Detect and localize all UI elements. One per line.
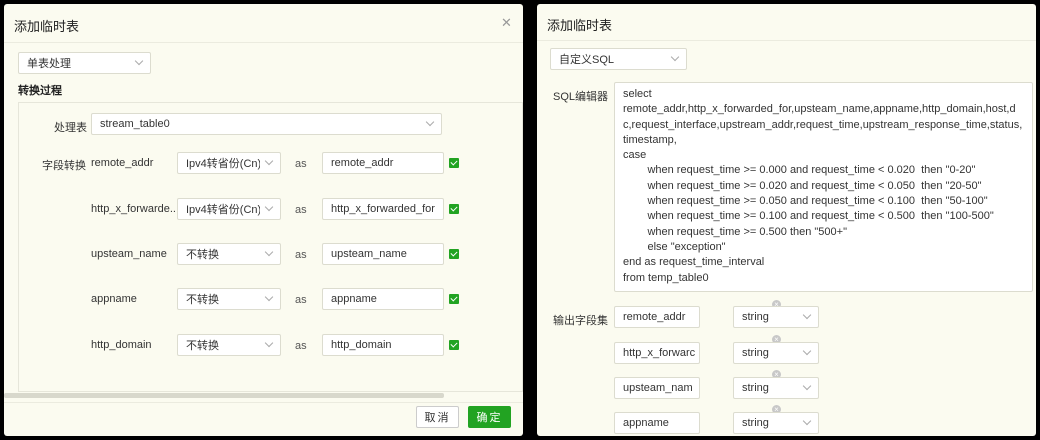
field-name: http_x_forwarde... <box>91 203 180 215</box>
alias-input[interactable]: http_domain <box>322 334 444 356</box>
sql-line: when request_time >= 0.050 and request_t… <box>623 195 988 208</box>
chevron-down-icon <box>264 338 274 348</box>
as-text: as <box>295 340 307 352</box>
output-type-select[interactable]: string <box>733 342 819 364</box>
convert-select[interactable]: Ipv4转省份(Cn) <box>177 152 281 174</box>
as-text: as <box>295 204 307 216</box>
footer-divider <box>4 402 523 403</box>
field-name: http_domain <box>91 339 152 351</box>
table-label: 处理表 <box>54 122 87 134</box>
include-checkbox[interactable] <box>449 204 459 214</box>
mode-select-value: 自定义SQL <box>559 54 615 66</box>
convert-select-value: 不转换 <box>186 294 219 306</box>
sql-line: select <box>623 88 652 100</box>
sql-line: else "exception" <box>623 240 726 253</box>
output-type-select[interactable]: string <box>733 412 819 434</box>
sql-line: end as request_time_interval <box>623 256 765 269</box>
chevron-down-icon <box>134 56 144 66</box>
chevron-down-icon <box>802 416 812 426</box>
mode-select[interactable]: 单表处理 <box>18 52 151 74</box>
convert-select[interactable]: 不转换 <box>177 288 281 310</box>
mode-select[interactable]: 自定义SQL <box>550 48 687 70</box>
include-checkbox[interactable] <box>449 340 459 350</box>
output-type-value: string <box>742 311 769 323</box>
chevron-down-icon <box>802 310 812 320</box>
output-type-value: string <box>742 347 769 359</box>
dialog-title: 添加临时表 <box>547 18 613 33</box>
chevron-down-icon <box>670 52 680 62</box>
include-checkbox[interactable] <box>449 249 459 259</box>
table-select[interactable]: stream_table0 <box>91 113 442 135</box>
output-field-name[interactable]: http_x_forwarc <box>614 342 700 364</box>
output-fields-label: 输出字段集 <box>553 315 608 327</box>
output-type-select[interactable]: string <box>733 377 819 399</box>
fields-label: 字段转换 <box>42 160 86 172</box>
sql-editor[interactable]: select remote_addr,http_x_forwarded_for,… <box>614 82 1033 292</box>
field-name: remote_addr <box>91 157 154 169</box>
convert-select[interactable]: 不转换 <box>177 334 281 356</box>
field-name: appname <box>91 293 137 305</box>
convert-select-value: Ipv4转省份(Cn) <box>186 204 260 216</box>
transform-box: 处理表 stream_table0 字段转换 remote_addr Ipv4转… <box>18 102 523 392</box>
alias-input[interactable]: http_x_forwarded_for <box>322 198 444 220</box>
cancel-button[interactable]: 取消 <box>416 406 459 428</box>
convert-select-value: Ipv4转省份(Cn) <box>186 158 260 170</box>
field-name: upsteam_name <box>91 248 167 260</box>
alias-input[interactable]: upsteam_name <box>322 243 444 265</box>
alias-input[interactable]: appname <box>322 288 444 310</box>
alias-input[interactable]: remote_addr <box>322 152 444 174</box>
chevron-down-icon <box>264 292 274 302</box>
convert-select[interactable]: Ipv4转省份(Cn) <box>177 198 281 220</box>
include-checkbox[interactable] <box>449 158 459 168</box>
title-divider <box>4 42 523 43</box>
chevron-down-icon <box>264 156 274 166</box>
chevron-down-icon <box>425 117 435 127</box>
convert-select-value: 不转换 <box>186 249 219 261</box>
sql-line: when request_time >= 0.500 then "500+" <box>623 225 847 238</box>
dialog-title: 添加临时表 <box>14 19 80 34</box>
sql-line: when request_time >= 0.020 and request_t… <box>623 179 982 192</box>
sql-line: when request_time >= 0.000 and request_t… <box>623 164 976 177</box>
output-type-value: string <box>742 417 769 429</box>
output-field-name[interactable]: appname <box>614 412 700 434</box>
as-text: as <box>295 249 307 261</box>
section-title: 转换过程 <box>18 85 62 97</box>
output-type-select[interactable]: string <box>733 306 819 328</box>
chevron-down-icon <box>264 247 274 257</box>
title-divider <box>537 40 1036 41</box>
mode-select-value: 单表处理 <box>27 58 71 70</box>
chevron-down-icon <box>264 202 274 212</box>
sql-line: when request_time >= 0.100 and request_t… <box>623 210 994 223</box>
output-field-name[interactable]: upsteam_nam <box>614 377 700 399</box>
sql-line: from temp_table0 <box>623 271 709 284</box>
convert-select-value: 不转换 <box>186 340 219 352</box>
add-temp-table-dialog-single: 添加临时表 ✕ 单表处理 转换过程 处理表 stream_table0 字段转换… <box>4 4 523 436</box>
include-checkbox[interactable] <box>449 294 459 304</box>
as-text: as <box>295 294 307 306</box>
chevron-down-icon <box>802 381 812 391</box>
sql-line: remote_addr,http_x_forwarded_for,upsteam… <box>623 103 1023 146</box>
sql-line: case <box>623 149 647 162</box>
confirm-button[interactable]: 确定 <box>468 406 511 428</box>
as-text: as <box>295 158 307 170</box>
convert-select[interactable]: 不转换 <box>177 243 281 265</box>
close-icon[interactable]: ✕ <box>501 16 512 29</box>
output-type-value: string <box>742 382 769 394</box>
sql-editor-label: SQL编辑器 <box>553 91 609 103</box>
chevron-down-icon <box>802 346 812 356</box>
output-field-name[interactable]: remote_addr <box>614 306 700 328</box>
table-select-value: stream_table0 <box>100 118 170 130</box>
horizontal-scrollbar[interactable] <box>4 393 444 398</box>
add-temp-table-dialog-sql: 添加临时表 自定义SQL SQL编辑器 select remote_addr,h… <box>537 4 1036 436</box>
